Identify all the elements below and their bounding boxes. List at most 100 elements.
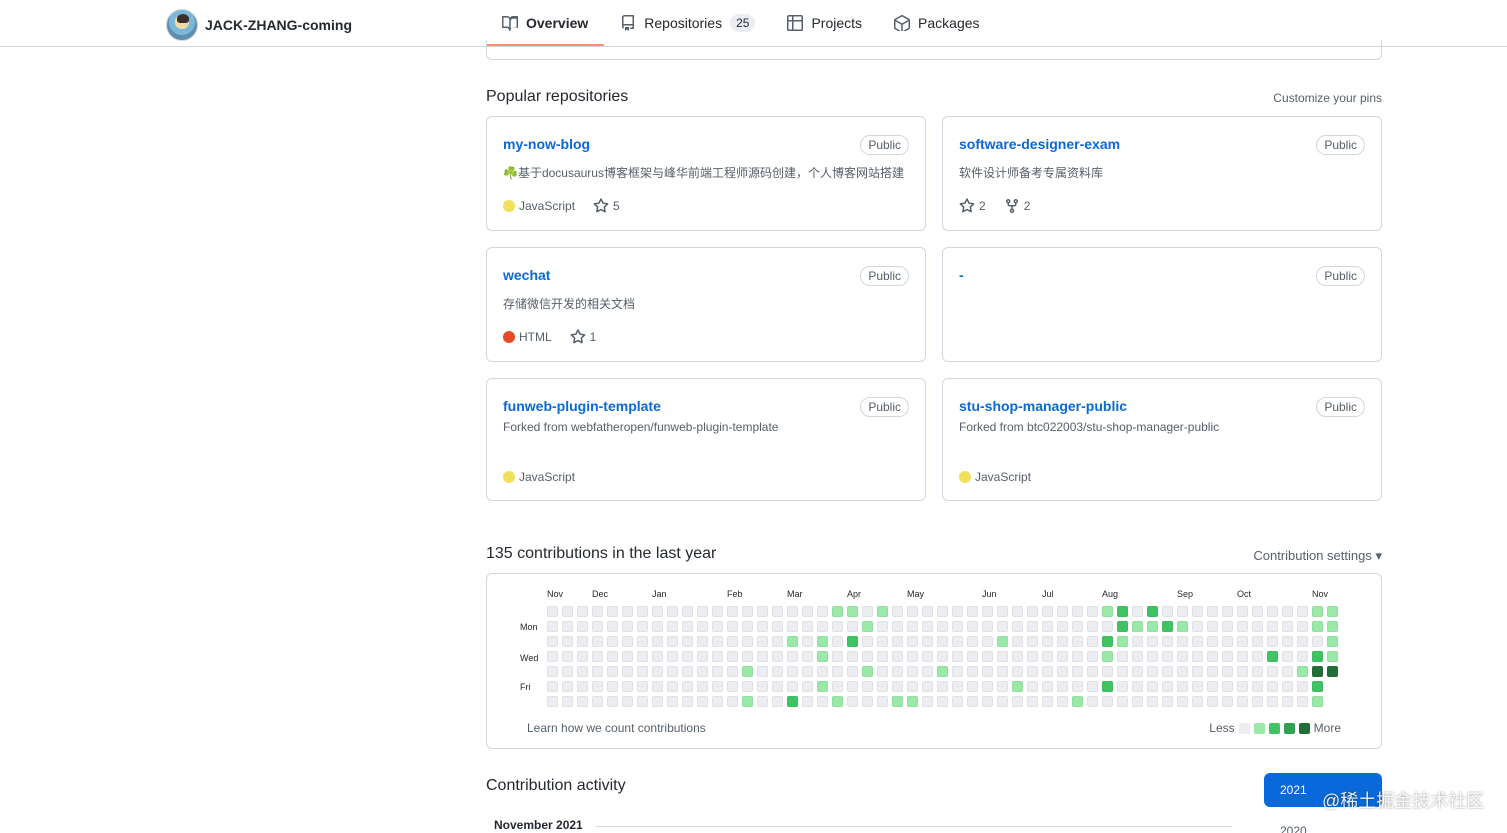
- contribution-day-cell[interactable]: [1147, 696, 1158, 707]
- contribution-day-cell[interactable]: [757, 666, 768, 677]
- contribution-day-cell[interactable]: [1192, 606, 1203, 617]
- contribution-day-cell[interactable]: [547, 651, 558, 662]
- contribution-day-cell[interactable]: [1027, 651, 1038, 662]
- contribution-day-cell[interactable]: [1147, 666, 1158, 677]
- contribution-day-cell[interactable]: [1282, 606, 1293, 617]
- contribution-day-cell[interactable]: [1252, 666, 1263, 677]
- contribution-day-cell[interactable]: [1282, 636, 1293, 647]
- contribution-day-cell[interactable]: [607, 651, 618, 662]
- contribution-day-cell[interactable]: [802, 666, 813, 677]
- contribution-day-cell[interactable]: [1297, 666, 1308, 677]
- contribution-day-cell[interactable]: [607, 666, 618, 677]
- contribution-day-cell[interactable]: [652, 681, 663, 692]
- contribution-day-cell[interactable]: [922, 636, 933, 647]
- contribution-day-cell[interactable]: [1162, 681, 1173, 692]
- contribution-day-cell[interactable]: [622, 621, 633, 632]
- contribution-day-cell[interactable]: [697, 621, 708, 632]
- contribution-day-cell[interactable]: [1012, 621, 1023, 632]
- contribution-day-cell[interactable]: [1162, 651, 1173, 662]
- contribution-day-cell[interactable]: [577, 621, 588, 632]
- contribution-day-cell[interactable]: [667, 621, 678, 632]
- contribution-day-cell[interactable]: [862, 636, 873, 647]
- contribution-day-cell[interactable]: [757, 651, 768, 662]
- contribution-day-cell[interactable]: [922, 606, 933, 617]
- contribution-day-cell[interactable]: [1267, 651, 1278, 662]
- contribution-day-cell[interactable]: [607, 606, 618, 617]
- contribution-day-cell[interactable]: [562, 636, 573, 647]
- contribution-day-cell[interactable]: [1072, 606, 1083, 617]
- contribution-day-cell[interactable]: [1267, 681, 1278, 692]
- contribution-day-cell[interactable]: [967, 681, 978, 692]
- contribution-day-cell[interactable]: [1162, 606, 1173, 617]
- contribution-day-cell[interactable]: [682, 696, 693, 707]
- contribution-day-cell[interactable]: [757, 636, 768, 647]
- repo-name-link[interactable]: wechat: [503, 267, 550, 283]
- contribution-day-cell[interactable]: [757, 621, 768, 632]
- contribution-day-cell[interactable]: [937, 696, 948, 707]
- contribution-day-cell[interactable]: [592, 606, 603, 617]
- contribution-day-cell[interactable]: [817, 606, 828, 617]
- contribution-day-cell[interactable]: [727, 651, 738, 662]
- contribution-day-cell[interactable]: [877, 666, 888, 677]
- contribution-day-cell[interactable]: [952, 636, 963, 647]
- contribution-day-cell[interactable]: [1027, 621, 1038, 632]
- contribution-day-cell[interactable]: [1252, 681, 1263, 692]
- contribution-day-cell[interactable]: [1327, 606, 1338, 617]
- contribution-day-cell[interactable]: [877, 621, 888, 632]
- contribution-day-cell[interactable]: [547, 696, 558, 707]
- contribution-day-cell[interactable]: [1252, 606, 1263, 617]
- contribution-day-cell[interactable]: [1162, 636, 1173, 647]
- contribution-day-cell[interactable]: [772, 636, 783, 647]
- contribution-day-cell[interactable]: [1282, 621, 1293, 632]
- contribution-day-cell[interactable]: [847, 681, 858, 692]
- contribution-day-cell[interactable]: [1207, 636, 1218, 647]
- contribution-day-cell[interactable]: [967, 606, 978, 617]
- contribution-day-cell[interactable]: [1222, 651, 1233, 662]
- contribution-day-cell[interactable]: [1087, 681, 1098, 692]
- contribution-day-cell[interactable]: [1147, 606, 1158, 617]
- contribution-day-cell[interactable]: [1102, 621, 1113, 632]
- contribution-day-cell[interactable]: [1222, 681, 1233, 692]
- contribution-day-cell[interactable]: [1252, 636, 1263, 647]
- contribution-day-cell[interactable]: [742, 621, 753, 632]
- contribution-day-cell[interactable]: [922, 666, 933, 677]
- contribution-day-cell[interactable]: [832, 651, 843, 662]
- contribution-day-cell[interactable]: [1117, 636, 1128, 647]
- repo-name-link[interactable]: software-designer-exam: [959, 136, 1120, 152]
- contribution-day-cell[interactable]: [1057, 666, 1068, 677]
- contribution-day-cell[interactable]: [997, 681, 1008, 692]
- contribution-day-cell[interactable]: [832, 666, 843, 677]
- contribution-day-cell[interactable]: [1042, 651, 1053, 662]
- contribution-day-cell[interactable]: [787, 621, 798, 632]
- contribution-day-cell[interactable]: [802, 621, 813, 632]
- contribution-day-cell[interactable]: [1327, 666, 1338, 677]
- contribution-day-cell[interactable]: [1087, 621, 1098, 632]
- contribution-day-cell[interactable]: [712, 666, 723, 677]
- customize-pins-link[interactable]: Customize your pins: [1273, 91, 1382, 105]
- contribution-day-cell[interactable]: [1267, 636, 1278, 647]
- contribution-day-cell[interactable]: [1072, 636, 1083, 647]
- contribution-day-cell[interactable]: [622, 666, 633, 677]
- contribution-day-cell[interactable]: [832, 606, 843, 617]
- contribution-day-cell[interactable]: [1057, 681, 1068, 692]
- contribution-day-cell[interactable]: [997, 636, 1008, 647]
- contribution-day-cell[interactable]: [592, 621, 603, 632]
- contribution-day-cell[interactable]: [952, 696, 963, 707]
- contribution-day-cell[interactable]: [772, 666, 783, 677]
- contribution-day-cell[interactable]: [1177, 696, 1188, 707]
- contribution-day-cell[interactable]: [997, 606, 1008, 617]
- contribution-day-cell[interactable]: [907, 696, 918, 707]
- contribution-day-cell[interactable]: [1297, 621, 1308, 632]
- contribution-day-cell[interactable]: [1132, 636, 1143, 647]
- contribution-day-cell[interactable]: [772, 651, 783, 662]
- contribution-day-cell[interactable]: [1132, 666, 1143, 677]
- contribution-day-cell[interactable]: [1057, 636, 1068, 647]
- contribution-day-cell[interactable]: [967, 666, 978, 677]
- contribution-day-cell[interactable]: [727, 666, 738, 677]
- contribution-day-cell[interactable]: [697, 651, 708, 662]
- contribution-day-cell[interactable]: [1072, 696, 1083, 707]
- contribution-day-cell[interactable]: [1102, 651, 1113, 662]
- tab-repositories[interactable]: Repositories 25: [604, 0, 771, 45]
- contribution-day-cell[interactable]: [937, 651, 948, 662]
- contribution-day-cell[interactable]: [907, 606, 918, 617]
